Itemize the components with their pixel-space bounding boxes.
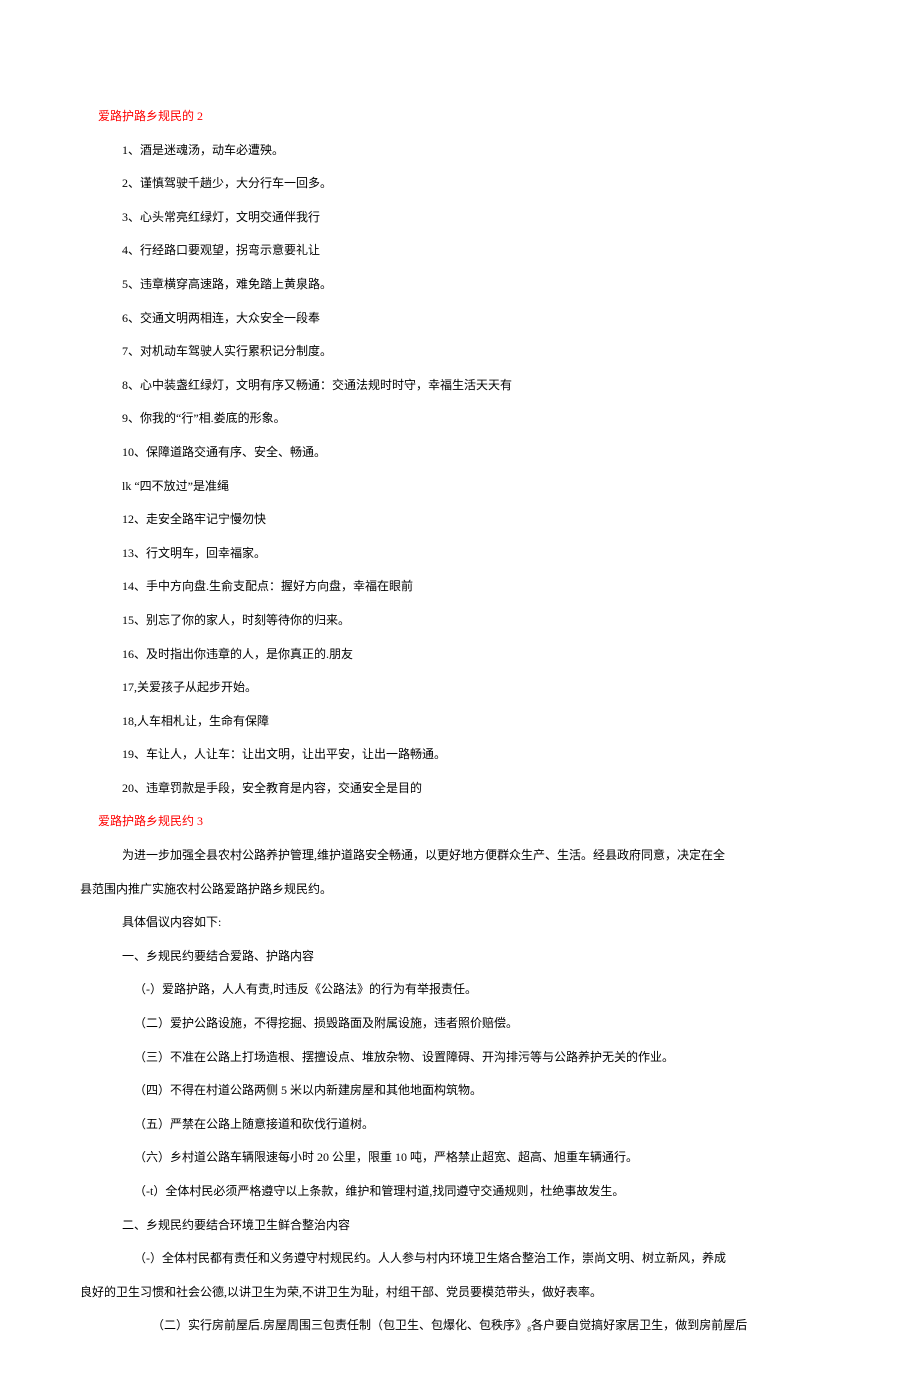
list-item: 4、行经路口要观望，拐弯示意要礼让 xyxy=(80,234,840,268)
paragraph: （-）全体村民都有责任和义务遵守村规民约。人人参与村内环境卫生烙合整治工作，崇尚… xyxy=(80,1242,840,1276)
sub-item: （三）不准在公路上打场造根、摆擅设点、堆放杂物、设置障碍、开沟排污等与公路养护无… xyxy=(80,1041,840,1075)
list-item: 12、走安全路牢记宁慢勿快 xyxy=(80,503,840,537)
paragraph: 县范围内推广实施农村公路爱路护路乡规民约。 xyxy=(80,873,840,907)
paragraph: 具体倡议内容如下: xyxy=(80,906,840,940)
list-item: 19、车让人，人让车：让出文明，让出平安，让出一路畅通。 xyxy=(80,738,840,772)
sub-item: （六）乡村道公路车辆限速每小时 20 公里，限重 10 吨，严格禁止超宽、超高、… xyxy=(80,1141,840,1175)
list-item: 8、心中装盏红绿灯，文明有序又畅通：交通法规时时守，幸福生活天天有 xyxy=(80,369,840,403)
document-page: 爱路护路乡规民的 2 1、酒是迷魂汤，动车必遭殃。 2、谨慎驾驶千趟少，大分行车… xyxy=(0,0,920,1383)
list-item: lk “四不放过”是准绳 xyxy=(80,470,840,504)
list-item: 3、心头常亮红绿灯，文明交通伴我行 xyxy=(80,201,840,235)
paragraph: 为进一步加强全县农村公路养护管理,维护道路安全畅通，以更好地方便群众生产、生活。… xyxy=(80,839,840,873)
subsection-heading: 二、乡规民约要结合环境卫生鲜合整治内容 xyxy=(80,1209,840,1243)
list-item: 1、酒是迷魂汤，动车必遭殃。 xyxy=(80,134,840,168)
list-item: 2、谨慎驾驶千趟少，大分行车一回多。 xyxy=(80,167,840,201)
list-item: 16、及时指出你违章的人，是你真正的.朋友 xyxy=(80,638,840,672)
list-item: 14、手中方向盘.生俞支配点：握好方向盘，幸福在眼前 xyxy=(80,570,840,604)
section-3-title: 爱路护路乡规民约 3 xyxy=(80,805,840,839)
list-item: 20、违章罚款是手段，安全教育是内容，交通安全是目的 xyxy=(80,772,840,806)
list-item: 9、你我的“行”相.娄底的形象。 xyxy=(80,402,840,436)
list-item: 10、保障道路交通有序、安全、畅通。 xyxy=(80,436,840,470)
sub-item: （四）不得在村道公路两侧 5 米以内新建房屋和其他地面构筑物。 xyxy=(80,1074,840,1108)
sub-item: （-t）全体村民必须严格遵守以上条款，维护和管理村道,找同遵守交通规则，杜绝事故… xyxy=(80,1175,840,1209)
sub-item: （五）严禁在公路上随意接道和砍伐行道树。 xyxy=(80,1108,840,1142)
list-item: 6、交通文明两相连，大众安全一段奉 xyxy=(80,302,840,336)
sub-item: （-）爱路护路，人人有责,时违反《公路法》的行为有举报责任。 xyxy=(80,973,840,1007)
list-item: 18,人车相札让，生命有保障 xyxy=(80,705,840,739)
list-item: 5、违章横穿高速路，难免踏上黄泉路。 xyxy=(80,268,840,302)
list-item: 13、行文明车，回幸福家。 xyxy=(80,537,840,571)
sub-item: （二）爱护公路设施，不得挖掘、损毁路面及附属设施，违者照价赔偿。 xyxy=(80,1007,840,1041)
subsection-heading: 一、乡规民约要结合爱路、护路内容 xyxy=(80,940,840,974)
paragraph: （二）实行房前屋后.房屋周围三包责任制（包卫生、包爆化、包秩序》₈各户要自觉搞好… xyxy=(80,1309,840,1343)
paragraph: 良好的卫生习惯和社会公德,以讲卫生为荣,不讲卫生为耻，村组干部、党员要模范带头，… xyxy=(80,1276,840,1310)
section-2-title: 爱路护路乡规民的 2 xyxy=(80,100,840,134)
list-item: 15、别忘了你的家人，时刻等待你的归来。 xyxy=(80,604,840,638)
list-item: 17,关爱孩子从起步开始。 xyxy=(80,671,840,705)
list-item: 7、对机动车驾驶人实行累积记分制度。 xyxy=(80,335,840,369)
